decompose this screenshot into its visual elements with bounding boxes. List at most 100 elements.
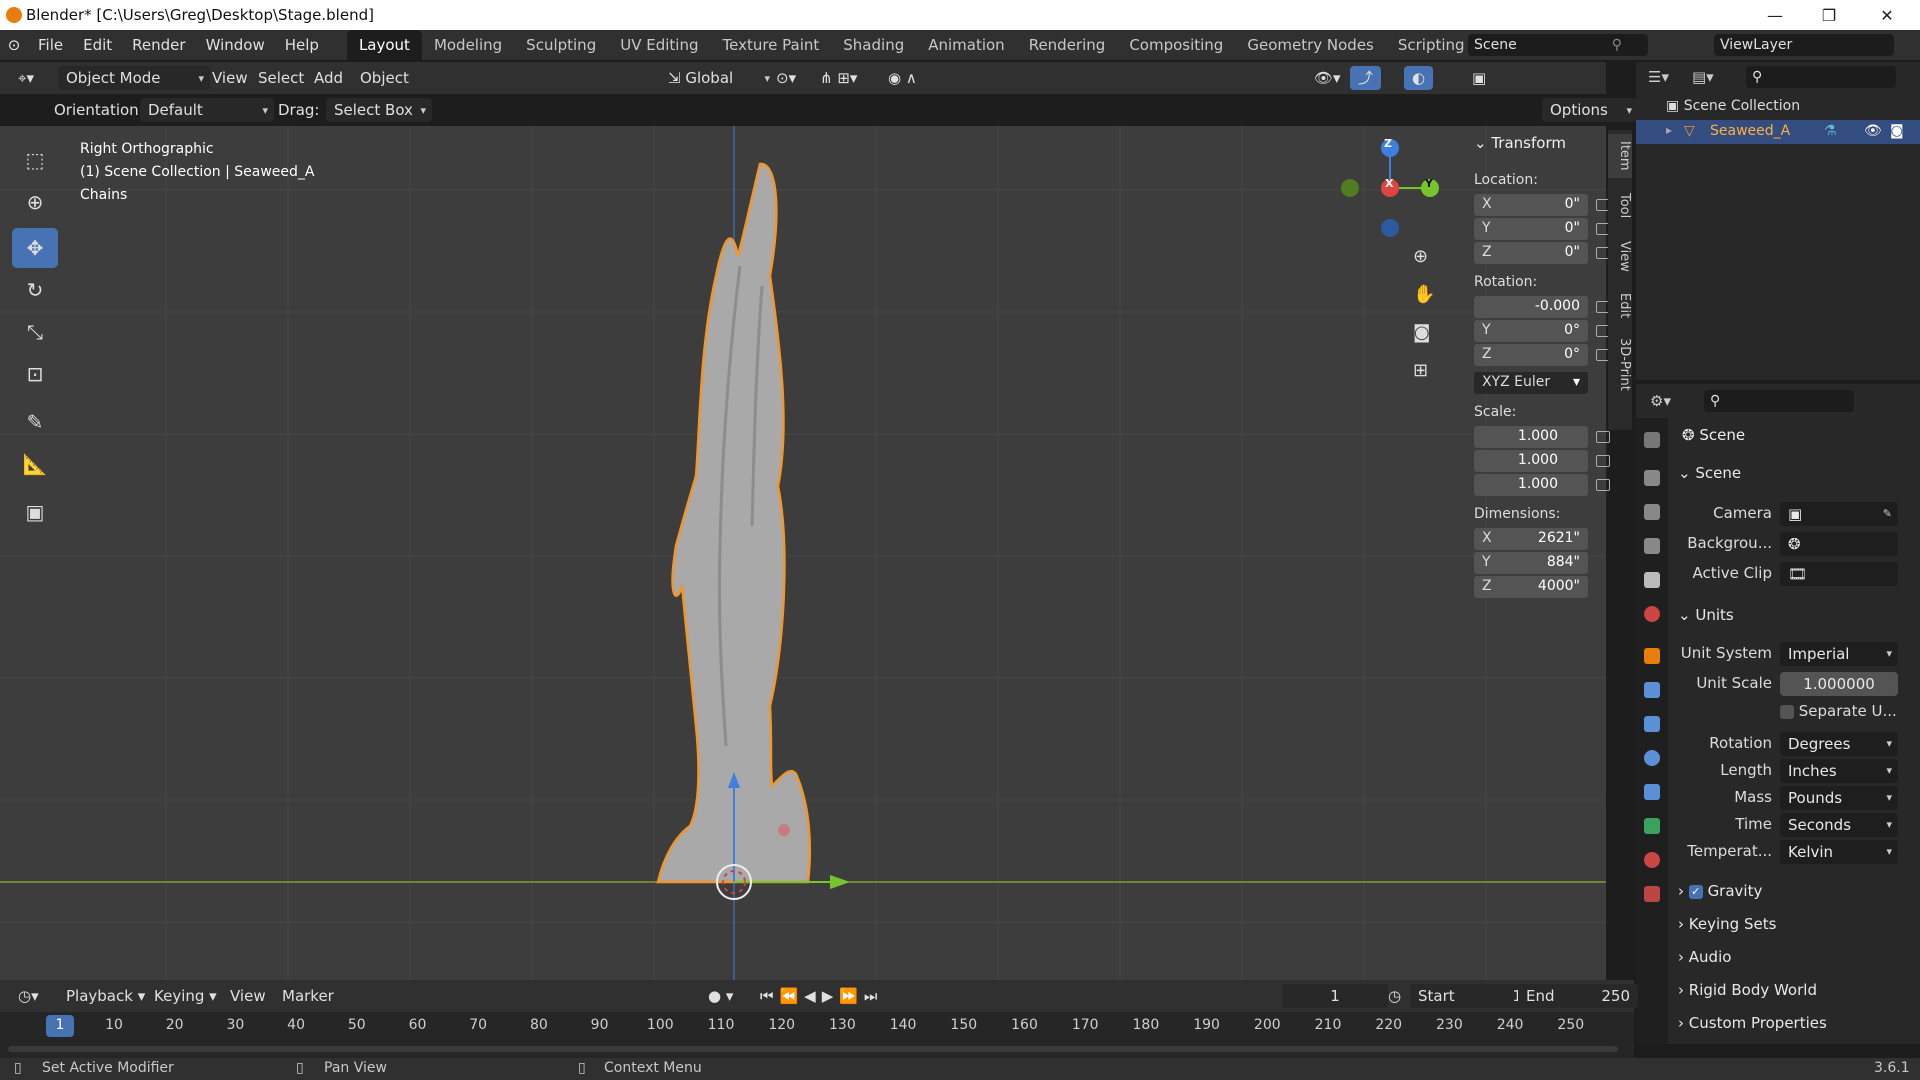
overlay-toggle-icon[interactable]: ◐ (1404, 66, 1434, 90)
viewlayer-selector[interactable]: ViewLayer (1714, 34, 1894, 56)
gravity-section-header[interactable]: › ✓ Gravity (1678, 882, 1912, 912)
pan-hand-icon[interactable]: ✋ (1413, 284, 1435, 305)
keying-menu[interactable]: Keying ▾ (146, 984, 225, 1008)
display-mode-icon[interactable]: ▤▾ (1692, 68, 1714, 86)
mode-dropdown[interactable]: Object Mode ▾ (58, 66, 210, 90)
add-cube-tool-icon[interactable]: ▣ (12, 492, 58, 532)
menu-select[interactable]: Select (250, 66, 312, 90)
outliner-editor-icon[interactable]: ☰▾ (1648, 68, 1669, 86)
end-frame-field[interactable]: End 250 (1518, 984, 1638, 1008)
blender-menu-icon[interactable]: ⊙ (0, 36, 28, 54)
current-frame-field[interactable]: 1 (1282, 984, 1388, 1008)
cursor-tool-icon[interactable]: ⊕ (12, 182, 58, 222)
move-tool-icon[interactable]: ✥ (12, 228, 58, 268)
rotation-unit-dropdown[interactable]: Degrees ▾ (1780, 732, 1898, 756)
menu-file[interactable]: File (28, 30, 73, 60)
start-frame-field[interactable]: Start1 (1410, 984, 1530, 1008)
measure-tool-icon[interactable]: 📐 (12, 444, 58, 484)
scene-tab-icon[interactable] (1644, 572, 1660, 588)
pin-icon[interactable]: ⚲ (1612, 34, 1622, 56)
camera-view-icon[interactable]: ◙ (1413, 322, 1430, 343)
menu-view[interactable]: View (204, 66, 256, 90)
object-tab-icon[interactable] (1644, 648, 1660, 664)
eye-icon[interactable]: 👁 (1864, 123, 1882, 139)
modifier-tab-icon[interactable] (1644, 682, 1660, 698)
properties-search[interactable]: ⚲ (1704, 390, 1854, 412)
scene-section-header[interactable]: ⌄ Scene (1678, 464, 1912, 494)
tab-tool[interactable]: Tool (1608, 186, 1632, 226)
lock-icon[interactable] (1596, 455, 1610, 467)
tool-tab-icon[interactable] (1644, 432, 1660, 448)
xray-icon[interactable]: ▣ (1464, 66, 1494, 90)
menu-window[interactable]: Window (196, 30, 275, 60)
menu-help[interactable]: Help (275, 30, 329, 60)
tab-modeling[interactable]: Modeling (422, 30, 514, 60)
properties-editor-icon[interactable]: ⚙▾ (1650, 392, 1671, 410)
editor-type-icon[interactable]: ⌖▾ (10, 66, 42, 90)
tab-texture-paint[interactable]: Texture Paint (710, 30, 831, 60)
playback-menu[interactable]: Playback ▾ (58, 984, 153, 1008)
select-box-tool-icon[interactable]: ⬚ (12, 140, 58, 180)
modifier-icon[interactable]: ⚗ (1824, 123, 1837, 139)
tab-animation[interactable]: Animation (916, 30, 1016, 60)
texture-tab-icon[interactable] (1644, 886, 1660, 902)
background-field[interactable]: ❂ (1780, 532, 1898, 556)
data-tab-icon[interactable] (1644, 818, 1660, 834)
outliner-search[interactable]: ⚲ (1746, 66, 1896, 88)
timeline-editor-icon[interactable]: ◷▾ (10, 984, 47, 1008)
constraints-tab-icon[interactable] (1644, 784, 1660, 800)
location-x-field[interactable]: X 0" (1474, 194, 1588, 216)
gizmo-x-label[interactable]: X (1385, 177, 1393, 190)
rotation-z-field[interactable]: Z 0° (1474, 344, 1588, 366)
temperature-unit-dropdown[interactable]: Kelvin ▾ (1780, 840, 1898, 864)
material-tab-icon[interactable] (1644, 852, 1660, 868)
active-clip-field[interactable]: 🎞 (1780, 562, 1898, 586)
3d-viewport[interactable]: Z X Y ⊕ ✋ ◙ ⊞ (0, 126, 1606, 980)
physics-tab-icon[interactable] (1644, 750, 1660, 766)
tab-item[interactable]: Item (1608, 134, 1632, 178)
tab-edit[interactable]: Edit (1608, 286, 1632, 326)
options-dropdown[interactable]: Options ▾ (1542, 98, 1638, 122)
pivot-point-icon[interactable]: ⊙▾ (768, 66, 804, 90)
proportional-edit-icon[interactable]: ◉ ∧ (880, 66, 925, 90)
gizmo-toggle-icon[interactable]: ⤴ (1350, 66, 1382, 90)
unit-scale-field[interactable]: 1.000000 (1780, 672, 1898, 696)
view-layer-tab-icon[interactable] (1644, 538, 1660, 554)
eyedropper-icon[interactable]: ✎ (1883, 502, 1892, 526)
particles-tab-icon[interactable] (1644, 716, 1660, 732)
zoom-icon[interactable]: ⊕ (1413, 246, 1428, 267)
audio-section-header[interactable]: › Audio (1678, 948, 1912, 978)
location-z-field[interactable]: Z 0" (1474, 242, 1588, 264)
dimension-z-field[interactable]: Z 4000" (1474, 576, 1588, 598)
keying-sets-section-header[interactable]: › Keying Sets (1678, 915, 1912, 945)
snap-icon[interactable]: ⋔ ⊞▾ (812, 66, 865, 90)
camera-render-icon[interactable]: ◙ (1890, 123, 1904, 139)
outliner-item-seaweed[interactable]: ▸ ▽ Seaweed_A ⚗ 👁 ◙ (1636, 120, 1920, 144)
orientation-dropdown[interactable]: Default ▾ (140, 98, 274, 122)
transform-panel-header[interactable]: ⌄ Transform (1474, 134, 1566, 152)
timeline-scrollbar[interactable] (8, 1046, 1618, 1052)
transform-tool-icon[interactable]: ⊡ (12, 354, 58, 394)
tab-layout[interactable]: Layout (346, 30, 422, 60)
transform-orientation-dropdown[interactable]: ⇲ Global ▾ (660, 66, 776, 90)
tab-uv-editing[interactable]: UV Editing (608, 30, 710, 60)
rotation-mode-dropdown[interactable]: XYZ Euler ▾ (1474, 372, 1588, 394)
tab-geometry-nodes[interactable]: Geometry Nodes (1235, 30, 1386, 60)
separate-units-checkbox[interactable]: Separate U... (1780, 702, 1897, 720)
render-tab-icon[interactable] (1644, 470, 1660, 486)
camera-field[interactable]: ▣ ✎ (1780, 502, 1898, 526)
units-section-header[interactable]: ⌄ Units (1678, 606, 1912, 636)
world-tab-icon[interactable] (1644, 606, 1660, 622)
rotate-tool-icon[interactable]: ↻ (12, 270, 58, 310)
gizmo-z-label[interactable]: Z (1384, 137, 1392, 150)
timeline-view-menu[interactable]: View (222, 984, 274, 1008)
tab-rendering[interactable]: Rendering (1017, 30, 1118, 60)
close-button[interactable]: ✕ (1858, 0, 1916, 30)
scale-tool-icon[interactable]: ⤡ (12, 312, 58, 352)
expand-arrow-icon[interactable]: ▸ (1666, 123, 1672, 137)
marker-menu[interactable]: Marker (274, 984, 342, 1008)
rotation-x-field[interactable]: -0.000 (1474, 296, 1588, 318)
dimension-x-field[interactable]: X 2621" (1474, 528, 1588, 550)
length-unit-dropdown[interactable]: Inches ▾ (1780, 759, 1898, 783)
gizmo-y-label[interactable]: Y (1425, 177, 1433, 190)
